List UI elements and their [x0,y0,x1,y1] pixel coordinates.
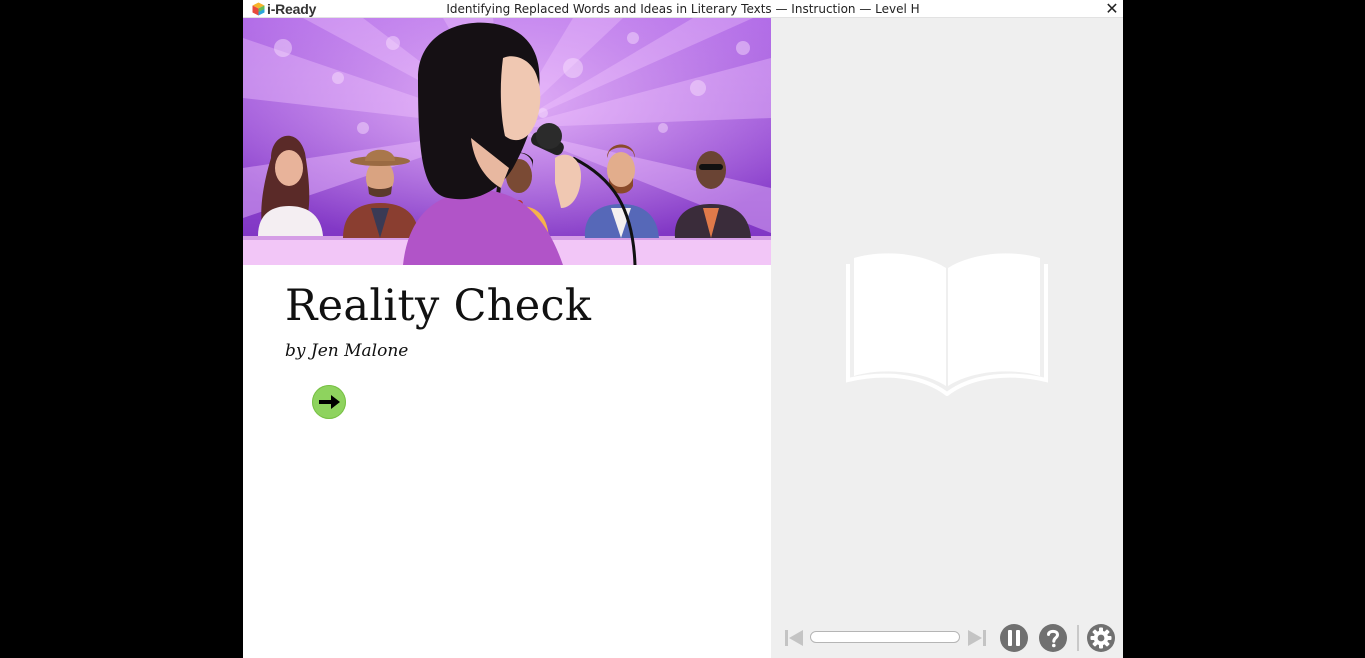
story-title: Reality Check [285,281,592,331]
help-icon[interactable] [1039,624,1067,652]
player-controls [771,618,1123,658]
window-title: Identifying Replaced Words and Ideas in … [446,2,920,16]
story-byline: by Jen Malone [285,341,409,361]
skip-back-icon[interactable] [784,629,804,647]
right-arrow-icon [319,395,340,409]
side-panel [771,18,1123,658]
gear-icon[interactable] [1087,624,1115,652]
open-book-icon [846,253,1048,396]
close-icon: ✕ [1105,0,1119,18]
story-illustration [243,18,771,265]
progress-bar[interactable] [810,631,960,643]
title-bar: i-Ready Identifying Replaced Words and I… [243,0,1123,18]
pause-icon[interactable] [1000,624,1028,652]
close-button[interactable]: ✕ [1105,0,1119,18]
reading-pane: Reality Check by Jen Malone [243,18,771,658]
app-window: i-Ready Identifying Replaced Words and I… [243,0,1123,658]
controls-divider [1077,625,1079,651]
skip-forward-icon[interactable] [967,629,987,647]
next-button[interactable] [312,385,346,419]
